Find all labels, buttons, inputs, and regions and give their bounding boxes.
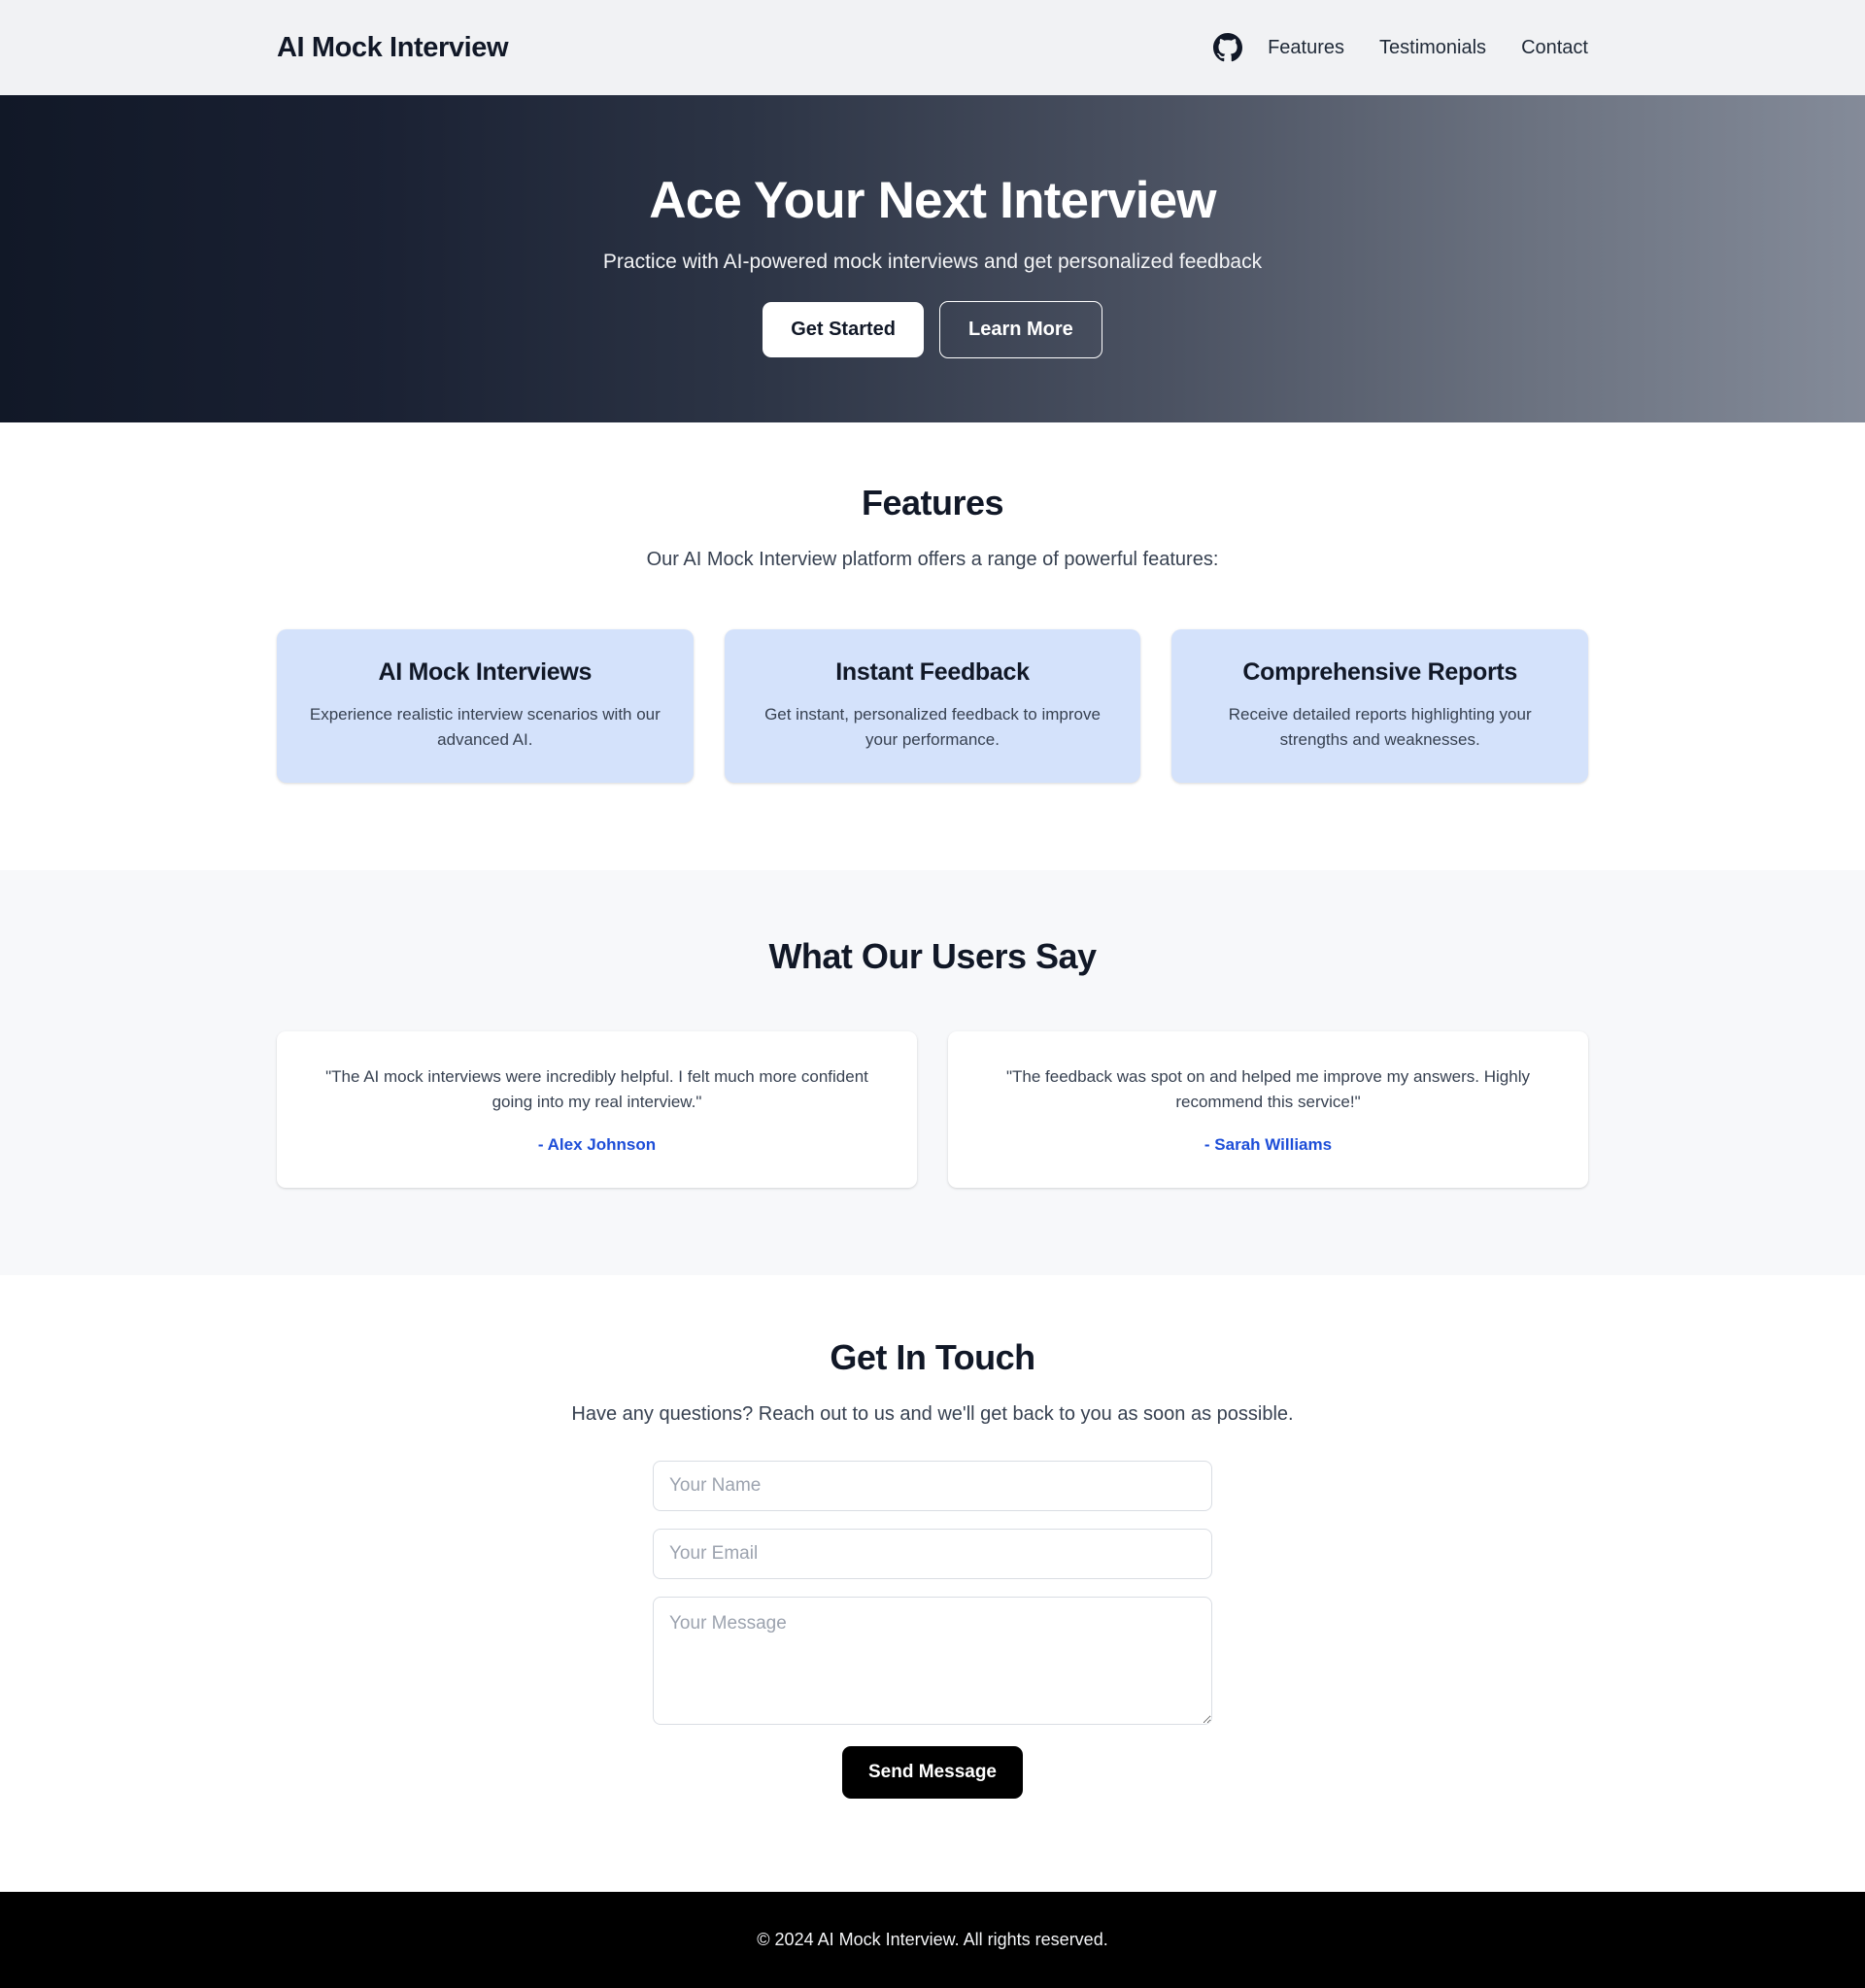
testimonial-quote: "The AI mock interviews were incredibly … <box>325 1067 868 1111</box>
name-input[interactable] <box>653 1461 1212 1511</box>
feature-card-title: Instant Feedback <box>835 658 1030 686</box>
feature-card-title: Comprehensive Reports <box>1242 658 1518 686</box>
testimonial-cards-row: "The AI mock interviews were incredibly … <box>277 1031 1588 1188</box>
testimonials-section: What Our Users Say "The AI mock intervie… <box>0 870 1865 1275</box>
features-section: Features Our AI Mock Interview platform … <box>0 422 1865 870</box>
testimonial-card: "The AI mock interviews were incredibly … <box>277 1031 917 1188</box>
site-header: AI Mock Interview Features Testimonials … <box>0 0 1865 95</box>
features-subtitle: Our AI Mock Interview platform offers a … <box>646 549 1219 570</box>
testimonial-quote: "The feedback was spot on and helped me … <box>1006 1067 1530 1111</box>
get-started-button[interactable]: Get Started <box>763 302 924 358</box>
nav-link-features[interactable]: Features <box>1268 37 1344 59</box>
main-nav: Features Testimonials Contact <box>1213 33 1588 62</box>
contact-section: Get In Touch Have any questions? Reach o… <box>0 1275 1865 1892</box>
feature-card-body: Experience realistic interview scenarios… <box>309 705 661 749</box>
message-textarea[interactable] <box>653 1597 1212 1725</box>
email-input[interactable] <box>653 1529 1212 1579</box>
feature-card-body: Get instant, personalized feedback to im… <box>764 705 1101 749</box>
learn-more-button[interactable]: Learn More <box>939 301 1102 359</box>
feature-card-body: Receive detailed reports highlighting yo… <box>1228 705 1532 749</box>
contact-subtitle: Have any questions? Reach out to us and … <box>571 1403 1294 1425</box>
hero-actions: Get Started Learn More <box>763 301 1102 359</box>
send-message-button[interactable]: Send Message <box>842 1746 1023 1799</box>
brand-logo-text[interactable]: AI Mock Interview <box>277 32 509 64</box>
testimonials-title: What Our Users Say <box>768 936 1097 976</box>
features-title: Features <box>861 483 1004 522</box>
contact-form: Send Message <box>653 1461 1212 1799</box>
feature-card[interactable]: Instant Feedback Get instant, personaliz… <box>724 629 1141 783</box>
hero-title: Ace Your Next Interview <box>649 172 1216 229</box>
contact-title: Get In Touch <box>830 1337 1035 1377</box>
feature-card[interactable]: Comprehensive Reports Receive detailed r… <box>1171 629 1589 783</box>
feature-card[interactable]: AI Mock Interviews Experience realistic … <box>277 629 694 783</box>
hero-subtitle: Practice with AI-powered mock interviews… <box>602 251 1263 274</box>
footer-copyright: © 2024 AI Mock Interview. All rights res… <box>757 1930 1108 1949</box>
testimonial-author: - Alex Johnson <box>537 1135 657 1154</box>
nav-link-contact[interactable]: Contact <box>1521 37 1588 59</box>
feature-card-title: AI Mock Interviews <box>378 658 593 686</box>
nav-link-testimonials[interactable]: Testimonials <box>1379 37 1486 59</box>
site-footer: © 2024 AI Mock Interview. All rights res… <box>0 1892 1865 1988</box>
testimonial-author: - Sarah Williams <box>1204 1135 1333 1154</box>
testimonial-card: "The feedback was spot on and helped me … <box>948 1031 1588 1188</box>
hero-section: Ace Your Next Interview Practice with AI… <box>0 95 1865 422</box>
github-icon[interactable] <box>1213 33 1243 62</box>
feature-cards-row: AI Mock Interviews Experience realistic … <box>277 629 1589 783</box>
